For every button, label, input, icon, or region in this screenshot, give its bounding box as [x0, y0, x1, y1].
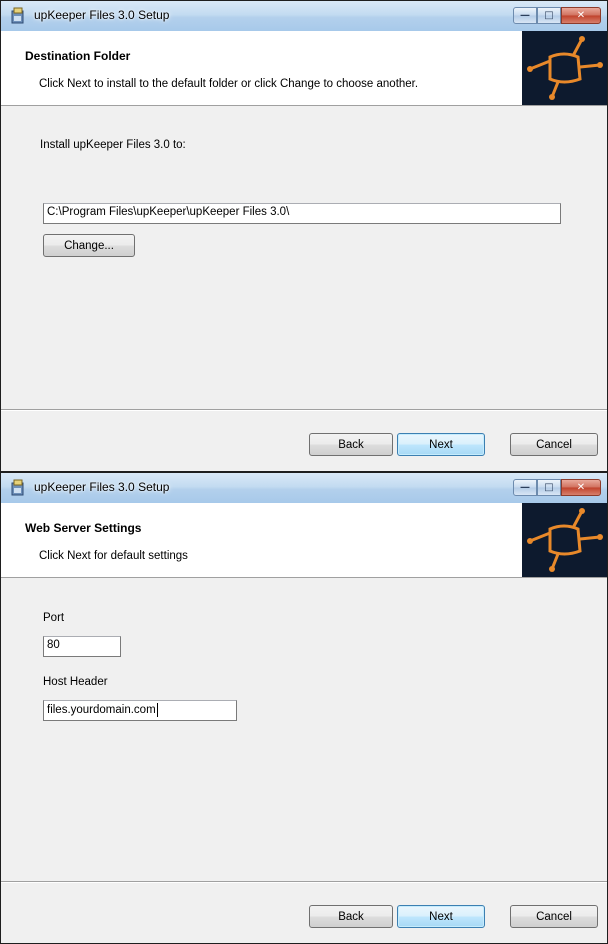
- installer-icon: [11, 7, 24, 24]
- back-button[interactable]: Back: [309, 433, 393, 456]
- close-icon[interactable]: ✕: [561, 7, 601, 24]
- cancel-button-label: Cancel: [536, 438, 572, 451]
- back-button-label: Back: [338, 438, 364, 451]
- footer-divider: [1, 409, 607, 411]
- back-button-label: Back: [338, 910, 364, 923]
- host-header-label: Host Header: [43, 676, 108, 688]
- banner-description: Click Next for default settings: [39, 550, 188, 562]
- next-button-label: Next: [429, 438, 453, 451]
- text-caret: [156, 703, 158, 717]
- maximize-icon[interactable]: □: [537, 7, 561, 24]
- banner-description: Click Next to install to the default fol…: [39, 78, 419, 90]
- content-area: Port 80 Host Header files.yourdomain.com: [1, 578, 607, 883]
- cancel-button[interactable]: Cancel: [510, 433, 598, 456]
- title-bar[interactable]: upKeeper Files 3.0 Setup — □ ✕: [1, 1, 607, 32]
- close-icon[interactable]: ✕: [561, 479, 601, 496]
- banner-title: Destination Folder: [25, 49, 131, 63]
- install-location-label: Install upKeeper Files 3.0 to:: [40, 139, 186, 151]
- window-title: upKeeper Files 3.0 Setup: [34, 480, 170, 494]
- minimize-icon[interactable]: —: [513, 479, 537, 496]
- host-header-field[interactable]: files.yourdomain.com: [43, 700, 237, 721]
- port-label: Port: [43, 612, 65, 624]
- change-button[interactable]: Change...: [43, 234, 135, 257]
- header-banner: Destination Folder Click Next to install…: [1, 31, 607, 106]
- setup-window-destination: upKeeper Files 3.0 Setup — □ ✕ Destinati…: [0, 0, 608, 472]
- next-button[interactable]: Next: [397, 905, 485, 928]
- change-button-label: Change...: [64, 239, 114, 252]
- next-button[interactable]: Next: [397, 433, 485, 456]
- minimize-icon[interactable]: —: [513, 7, 537, 24]
- back-button[interactable]: Back: [309, 905, 393, 928]
- host-header-value: files.yourdomain.com: [47, 704, 156, 717]
- content-area: Install upKeeper Files 3.0 to: C:\Progra…: [1, 106, 607, 411]
- window-title: upKeeper Files 3.0 Setup: [34, 8, 170, 22]
- upkeeper-logo: [522, 31, 607, 105]
- maximize-icon[interactable]: □: [537, 479, 561, 496]
- title-bar[interactable]: upKeeper Files 3.0 Setup — □ ✕: [1, 473, 607, 504]
- installer-icon: [11, 479, 24, 496]
- upkeeper-logo: [522, 503, 607, 577]
- footer-divider: [1, 881, 607, 883]
- setup-window-webserver: upKeeper Files 3.0 Setup — □ ✕ Web Serve…: [0, 472, 608, 944]
- install-path-field[interactable]: C:\Program Files\upKeeper\upKeeper Files…: [43, 203, 561, 224]
- next-button-label: Next: [429, 910, 453, 923]
- port-field[interactable]: 80: [43, 636, 121, 657]
- cancel-button[interactable]: Cancel: [510, 905, 598, 928]
- cancel-button-label: Cancel: [536, 910, 572, 923]
- header-banner: Web Server Settings Click Next for defau…: [1, 503, 607, 578]
- banner-title: Web Server Settings: [25, 521, 142, 535]
